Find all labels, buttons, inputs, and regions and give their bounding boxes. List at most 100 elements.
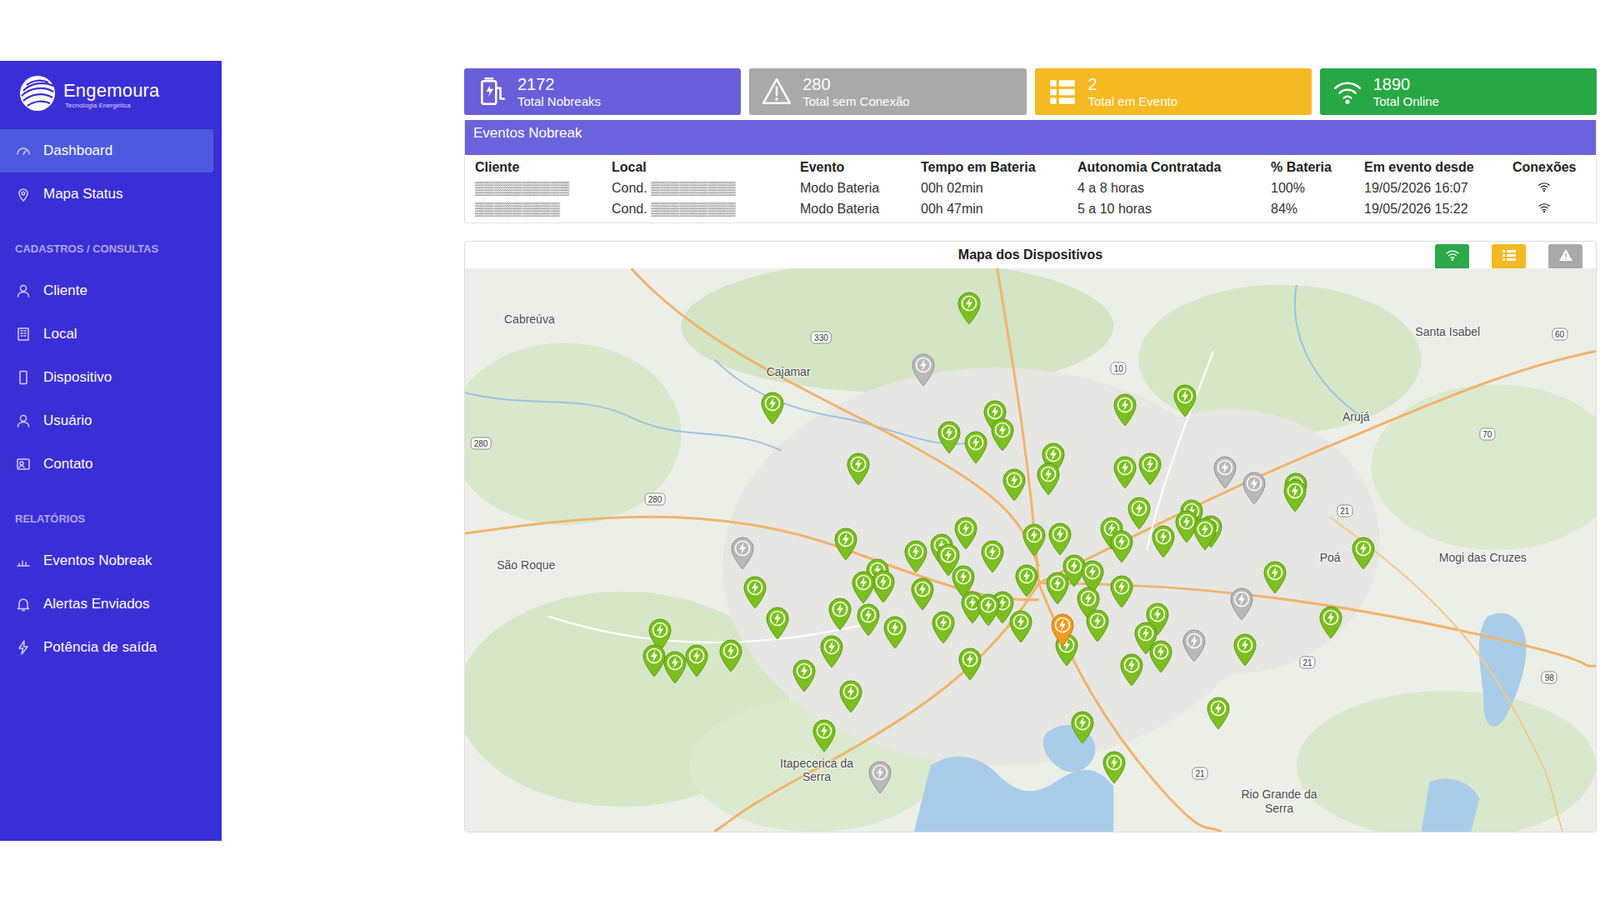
table-cell: 19/05/2026 16:07 [1364, 180, 1513, 196]
device-map[interactable]: CabreúvaCajamarSanta IsabelArujáSão Roqu… [465, 268, 1596, 832]
map-pin[interactable] [1070, 710, 1095, 745]
column-header[interactable]: Evento [800, 160, 921, 175]
map-pin[interactable] [870, 570, 896, 604]
column-header[interactable]: Conexões [1512, 160, 1596, 175]
map-pin[interactable] [1109, 530, 1135, 564]
sidebar-item[interactable]: Dashboard [0, 129, 214, 173]
map-filter-button[interactable] [1548, 244, 1583, 270]
column-header[interactable]: Em evento desde [1364, 160, 1513, 175]
map-pin[interactable] [1001, 468, 1027, 502]
map-pin[interactable] [910, 353, 936, 387]
map-pin[interactable] [882, 615, 908, 650]
map-pin[interactable] [956, 291, 982, 325]
summary-card[interactable]: 1890Total Online [1320, 68, 1597, 115]
map-pin[interactable] [1241, 471, 1267, 505]
map-pin[interactable] [855, 603, 881, 637]
map-pin[interactable] [1112, 393, 1138, 427]
map-pin[interactable] [1112, 455, 1138, 490]
map-pin[interactable] [1109, 575, 1135, 609]
sidebar-item[interactable]: Cliente [0, 269, 214, 313]
summary-card[interactable]: 2Total em Evento [1035, 68, 1312, 115]
sidebar-item-label: Dashboard [43, 142, 113, 160]
road-shield: 21 [1336, 504, 1353, 517]
road-shield: 280 [645, 493, 666, 506]
map-pin[interactable] [838, 680, 864, 714]
map-pin[interactable] [1137, 452, 1163, 486]
map-pin[interactable] [845, 452, 871, 486]
map-pin[interactable] [1045, 571, 1070, 605]
map-pin[interactable] [990, 418, 1015, 452]
map-pin[interactable] [953, 516, 979, 550]
map-pin[interactable] [1232, 633, 1258, 667]
map-pin[interactable] [1008, 610, 1034, 644]
card-label: Total sem Conexão [802, 94, 910, 110]
summary-card[interactable]: 280Total sem Conexão [749, 68, 1026, 115]
map-pin[interactable] [910, 577, 935, 611]
map-pin[interactable] [867, 760, 893, 795]
sidebar-item[interactable]: Local [0, 312, 214, 356]
map-pin[interactable] [1318, 605, 1344, 640]
sidebar-item[interactable]: Mapa Status [0, 172, 214, 216]
map-filter-button[interactable] [1491, 244, 1526, 270]
map-pin[interactable] [791, 659, 817, 693]
map-pin[interactable] [684, 644, 710, 678]
map-pin[interactable] [718, 639, 744, 673]
map-pin[interactable] [975, 593, 1001, 627]
column-header[interactable]: Local [611, 160, 800, 175]
map-pin[interactable] [1212, 455, 1238, 490]
map-pin[interactable] [957, 647, 983, 681]
sidebar-item[interactable]: Dispositivo [0, 355, 214, 400]
map-pin[interactable] [963, 430, 989, 465]
sidebar-item[interactable]: Alertas Enviados [0, 582, 214, 626]
sidebar-item[interactable]: Contato [0, 442, 214, 486]
map-pin[interactable] [827, 597, 853, 631]
column-header[interactable]: % Bateria [1270, 160, 1365, 175]
summary-card[interactable]: 2172Total Nobreaks [464, 68, 741, 115]
map-pin[interactable] [1126, 496, 1152, 530]
map-pin[interactable] [1181, 629, 1207, 663]
sidebar-item[interactable]: Usuário [0, 399, 214, 443]
map-pin[interactable] [1262, 560, 1288, 595]
table-row[interactable]: ▒▒▒▒▒▒▒▒▒Cond. ▒▒▒▒▒▒▒▒▒Modo Bateria00h … [475, 198, 1596, 220]
column-header[interactable]: Tempo em Bateria [920, 160, 1078, 175]
map-pin[interactable] [1205, 696, 1231, 730]
map-pin[interactable] [811, 719, 837, 753]
map-pin[interactable] [662, 650, 688, 685]
map-pin[interactable] [1172, 384, 1198, 418]
map-pin[interactable] [1085, 609, 1110, 643]
map-pin[interactable] [1150, 525, 1176, 559]
column-header[interactable]: Autonomia Contratada [1077, 160, 1271, 175]
sidebar-item[interactable]: Potência de saída [0, 625, 214, 670]
map-pin[interactable] [833, 527, 859, 561]
map-pin[interactable] [1101, 750, 1127, 785]
table-cell: Modo Bateria [800, 201, 921, 217]
map-pin[interactable] [1047, 522, 1073, 556]
map-pin[interactable] [742, 575, 768, 610]
map-pin[interactable] [765, 606, 790, 640]
map-pin[interactable] [1035, 462, 1061, 496]
map-filter-button[interactable] [1435, 244, 1470, 270]
map-pin[interactable] [1229, 587, 1255, 621]
sidebar-item[interactable]: Eventos Nobreak [0, 539, 214, 583]
map-pin[interactable] [903, 540, 929, 574]
map-pin[interactable] [1148, 640, 1174, 674]
map-pin[interactable] [819, 635, 845, 669]
map-pin[interactable] [1119, 653, 1145, 687]
map-pin[interactable] [1050, 613, 1075, 647]
map-pin[interactable] [1282, 479, 1308, 513]
map-pin[interactable] [1014, 564, 1040, 598]
map-pin[interactable] [1192, 517, 1218, 551]
map-pin[interactable] [1350, 536, 1376, 570]
map-pin[interactable] [760, 391, 785, 425]
map-pin[interactable] [930, 610, 956, 645]
map-pin[interactable] [936, 420, 962, 455]
column-header[interactable]: Cliente [475, 160, 612, 175]
map-pin[interactable] [641, 644, 667, 678]
map-pin[interactable] [730, 536, 755, 570]
map-pin[interactable] [1021, 523, 1047, 557]
map-pin[interactable] [980, 540, 1005, 574]
map-pin[interactable] [850, 570, 876, 605]
logo[interactable]: EngemouraTecnologia Energética [0, 60, 222, 130]
table-row[interactable]: ▒▒▒▒▒▒▒▒▒▒Cond. ▒▒▒▒▒▒▒▒▒Modo Bateria00h… [475, 177, 1596, 199]
table-cell: 100% [1270, 180, 1365, 196]
